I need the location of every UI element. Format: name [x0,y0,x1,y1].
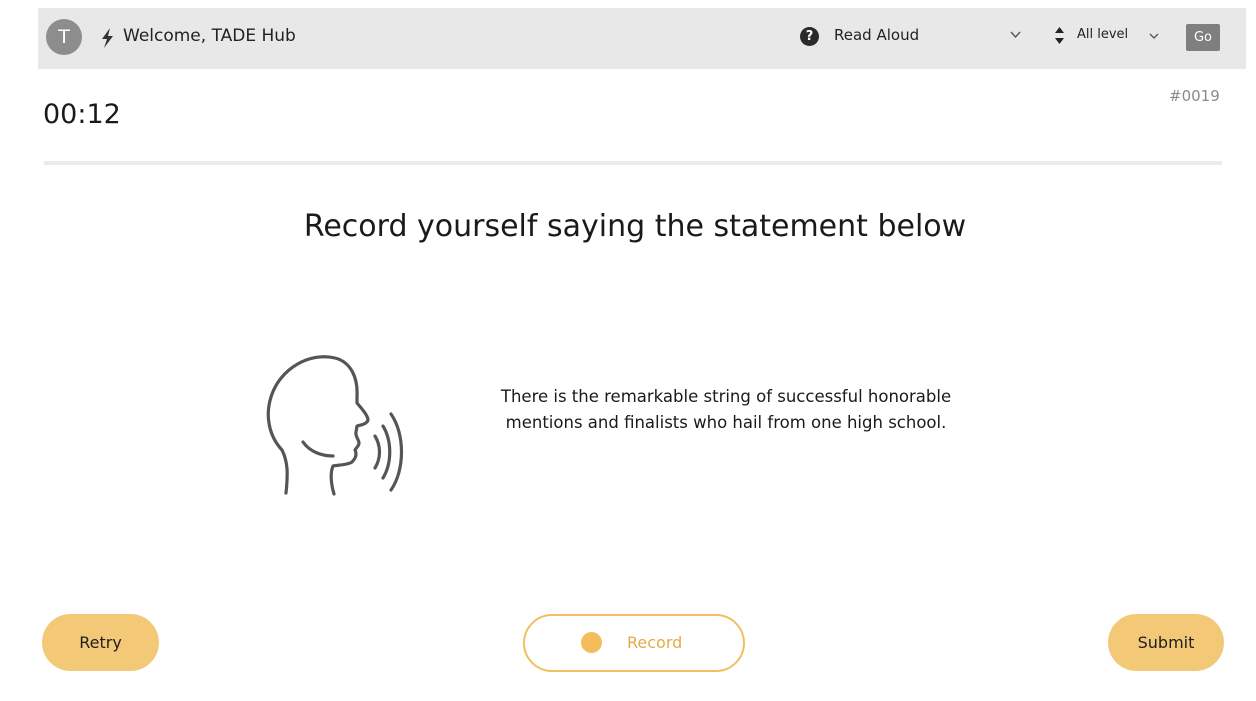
statement-line: There is the remarkable string of succes… [500,387,952,406]
level-chevron-down-icon[interactable] [1149,32,1159,40]
speaking-head-icon [266,355,404,496]
record-dot-icon [581,632,602,653]
top-bar: T Welcome, TADE Hub ? Read Aloud All lev… [38,8,1246,69]
instruction-heading: Record yourself saying the statement bel… [303,209,967,244]
read-aloud-page: T Welcome, TADE Hub ? Read Aloud All lev… [0,0,1256,701]
task-type-select[interactable]: Read Aloud [834,26,919,44]
sort-arrows-icon [1055,27,1064,44]
avatar[interactable]: T [46,19,82,55]
record-button[interactable]: Record [523,614,745,672]
chevron-down-icon[interactable] [1010,30,1021,39]
statement-text: There is the remarkable string of succes… [430,384,1022,436]
question-circle-icon[interactable]: ? [800,27,819,46]
divider [44,161,1222,165]
submit-button[interactable]: Submit [1108,614,1224,671]
welcome-text: Welcome, TADE Hub [123,26,296,46]
question-id: #0019 [1169,87,1220,105]
retry-button[interactable]: Retry [42,614,159,671]
bolt-icon [102,28,113,48]
go-button[interactable]: Go [1186,24,1220,51]
record-label: Record [627,633,683,652]
countdown-timer: 00:12 [43,99,121,130]
level-select[interactable]: All level [1077,27,1128,42]
statement-line: mentions and finalists who hail from one… [505,413,947,432]
